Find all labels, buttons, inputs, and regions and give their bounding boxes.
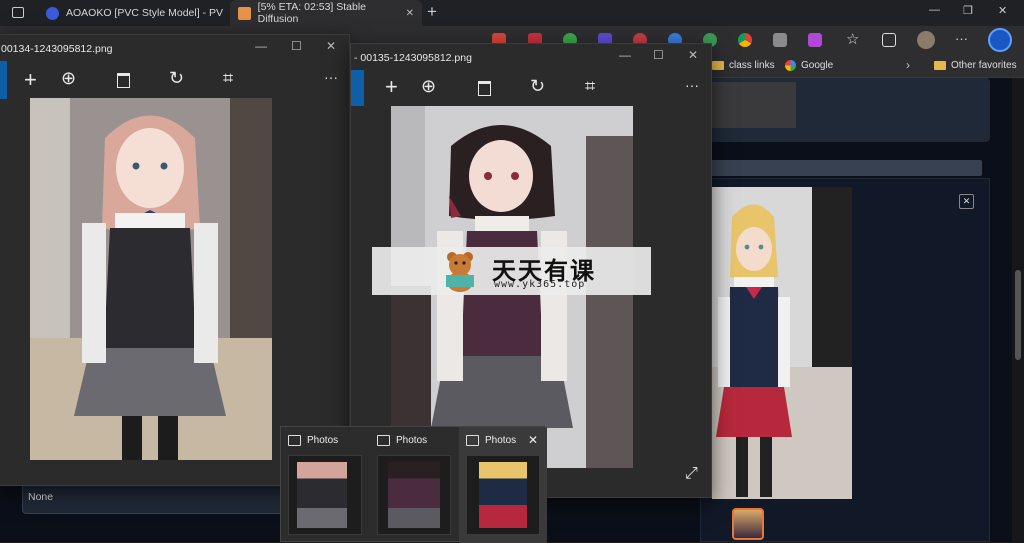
teddy-bear-logo xyxy=(446,252,474,292)
minimize-icon[interactable]: — xyxy=(619,48,631,62)
minimize-icon[interactable]: — xyxy=(255,39,267,53)
progress-bar xyxy=(710,160,982,176)
preview-thumbnail xyxy=(377,455,451,535)
favorite-other[interactable]: Other favorites xyxy=(934,60,1017,71)
crop-icon[interactable]: ⌗ xyxy=(223,68,233,89)
preview-box xyxy=(706,82,796,128)
zoom-in-icon[interactable]: ⊕ xyxy=(61,68,76,89)
chrome-extension-icon[interactable] xyxy=(738,33,752,47)
civitai-favicon-icon xyxy=(46,6,59,20)
maximize-icon[interactable]: ❐ xyxy=(963,4,973,17)
crop-icon[interactable]: ⌗ xyxy=(585,76,595,97)
gallery-thumbnail[interactable] xyxy=(732,508,764,540)
generated-image-3[interactable] xyxy=(712,187,852,499)
stable-diffusion-favicon-icon xyxy=(238,6,251,20)
watermark-banner: 天天有课 www.yk365.top xyxy=(372,247,651,295)
maximize-icon[interactable]: ☐ xyxy=(653,48,664,62)
tab-stable-diffusion[interactable]: [5% ETA: 02:53] Stable Diffusion ✕ xyxy=(230,0,422,26)
more-options-icon[interactable]: ··· xyxy=(685,77,699,93)
taskbar-preview-2[interactable]: Photos xyxy=(370,427,458,543)
preview-label: Photos xyxy=(307,435,339,446)
new-tab-button[interactable]: + xyxy=(427,2,437,22)
favorite-class-links[interactable]: class links xyxy=(712,60,775,71)
google-icon xyxy=(785,60,796,71)
taskbar-preview-3[interactable]: Photos ✕ xyxy=(459,427,547,543)
tab-actions-icon[interactable] xyxy=(12,7,24,18)
photos-window-title: - 00135-1243095812.png xyxy=(354,52,472,64)
accent-strip xyxy=(0,61,7,99)
photo-image-00134[interactable] xyxy=(30,98,272,460)
favorite-google[interactable]: Google xyxy=(785,60,833,71)
close-preview-icon[interactable]: ✕ xyxy=(528,433,538,447)
accent-strip xyxy=(351,70,364,106)
close-window-icon[interactable]: ✕ xyxy=(998,4,1007,17)
folder-icon xyxy=(934,61,946,70)
scrollbar-thumb[interactable] xyxy=(1015,270,1021,360)
watermark-url: www.yk365.top xyxy=(494,279,586,290)
preview-thumbnail xyxy=(466,455,540,535)
zoom-in-icon[interactable]: ⊕ xyxy=(421,76,436,97)
tab-label: [5% ETA: 02:53] Stable Diffusion xyxy=(257,1,367,25)
extension-icon[interactable] xyxy=(773,33,787,47)
photos-window-title: 00134-1243095812.png xyxy=(1,43,113,55)
preview-label: Photos xyxy=(396,435,428,446)
rotate-icon[interactable]: ↻ xyxy=(169,68,184,89)
close-icon[interactable]: ✕ xyxy=(326,39,336,53)
delete-icon[interactable] xyxy=(117,73,130,88)
tab-strip: AOAOKO [PVC Style Model] - PV [5% ETA: 0… xyxy=(0,0,1024,26)
tab-label: AOAOKO [PVC Style Model] - PV xyxy=(66,7,223,19)
preview-label: Photos xyxy=(485,435,517,446)
rotate-icon[interactable]: ↻ xyxy=(530,76,545,97)
close-icon[interactable]: ✕ xyxy=(688,48,698,62)
close-tab-icon[interactable]: ✕ xyxy=(406,8,414,19)
folder-icon xyxy=(712,61,724,70)
tab-aoaoko[interactable]: AOAOKO [PVC Style Model] - PV xyxy=(38,0,228,26)
add-icon[interactable]: + xyxy=(385,74,398,100)
photos-app-icon xyxy=(466,435,479,446)
more-options-icon[interactable]: ··· xyxy=(324,69,338,85)
photos-app-icon xyxy=(377,435,390,446)
dropdown-value[interactable]: None xyxy=(28,491,53,503)
settings-more-button[interactable]: ··· xyxy=(955,31,968,46)
photos-app-icon xyxy=(288,435,301,446)
delete-icon[interactable] xyxy=(478,81,491,96)
maximize-icon[interactable]: ☐ xyxy=(291,39,302,53)
bing-icon[interactable] xyxy=(988,28,1012,52)
profile-avatar[interactable] xyxy=(917,31,935,49)
taskbar-preview-1[interactable]: Photos xyxy=(281,427,369,543)
favorites-icon[interactable]: ☆ xyxy=(846,30,859,48)
chevron-right-icon[interactable]: › xyxy=(906,58,910,72)
fullscreen-icon[interactable]: ⤢ xyxy=(685,465,698,483)
collections-icon[interactable] xyxy=(882,33,896,47)
close-gallery-icon[interactable]: ✕ xyxy=(959,194,974,209)
add-icon[interactable]: + xyxy=(24,67,37,93)
extension-icon[interactable] xyxy=(808,33,822,47)
minimize-icon[interactable]: — xyxy=(929,4,940,16)
preview-thumbnail xyxy=(288,455,362,535)
taskbar-preview-group: Photos Photos Photos ✕ xyxy=(280,426,547,543)
